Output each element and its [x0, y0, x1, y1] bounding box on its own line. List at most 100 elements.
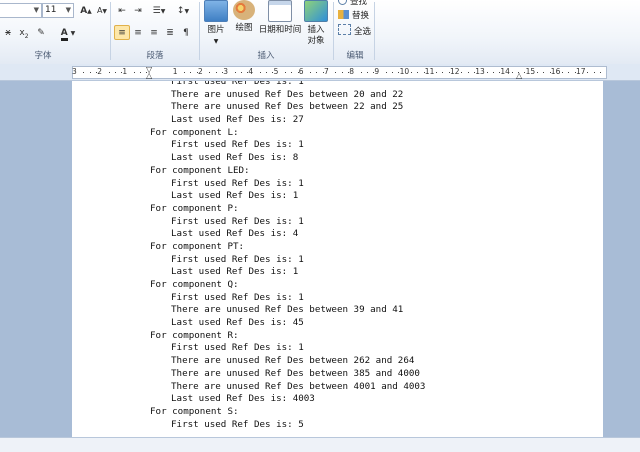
edit-group: 查找 替换 全选 编辑	[336, 0, 374, 64]
document-workspace[interactable]: First used Ref Des is: 1 There are unused…	[0, 81, 640, 438]
justify-button[interactable]: ≣	[162, 25, 178, 40]
align-center-button[interactable]: ≡	[130, 25, 146, 40]
ruler-tick	[140, 72, 141, 73]
document-line[interactable]: First used Ref Des is: 1	[150, 81, 425, 89]
ruler-tick	[146, 72, 148, 73]
document-line[interactable]: First used Ref Des is: 5	[150, 419, 425, 432]
font-group-label: 字体	[34, 51, 52, 61]
select-all-button[interactable]: 全选	[338, 24, 371, 37]
ruler-number: 2	[198, 67, 203, 76]
document-line[interactable]: Last used Ref Des is: 1	[150, 190, 425, 203]
ruler-tick	[284, 72, 286, 73]
ruler-tick	[259, 72, 261, 73]
align-center-icon: ≡	[134, 28, 142, 38]
grow-font-button[interactable]: A▲	[78, 3, 94, 18]
find-button[interactable]: 查找	[338, 0, 367, 9]
document-line[interactable]: For component R:	[150, 330, 425, 343]
shrink-font-button[interactable]: A▼	[94, 3, 110, 18]
document-line[interactable]: First used Ref Des is: 1	[150, 292, 425, 305]
ruler-tick	[114, 72, 116, 73]
document-line[interactable]: First used Ref Des is: 1	[150, 254, 425, 267]
document-line[interactable]: For component Q:	[150, 279, 425, 292]
document-line[interactable]: First used Ref Des is: 1	[150, 178, 425, 191]
paint-button[interactable]: 绘图	[230, 0, 258, 34]
ruler-number: 9	[374, 67, 380, 76]
ruler-number: 11	[424, 67, 435, 76]
document-line[interactable]: Last used Ref Des is: 45	[150, 317, 425, 330]
chevron-down-icon: ▼	[65, 6, 71, 14]
document-line[interactable]: There are unused Ref Des between 39 and …	[150, 304, 425, 317]
horizontal-ruler[interactable]: ▽ △ △ 3 2 1 1 2 3 4 5 6 7 8 9 10 11 12 13 14 15 16 17	[0, 64, 640, 81]
find-label: 查找	[350, 0, 368, 7]
ruler-tick	[486, 72, 488, 73]
ruler-number: 15	[525, 67, 536, 76]
font-name-combo[interactable]: ▼	[0, 3, 42, 18]
ribbon: ▼ x x2 ✎ 11 ▼ A▲ A▼ A ▼ 字体 ⇤ ⇥ ☰▼ ↕▼ ≡ ≡…	[0, 0, 640, 65]
ruler-tick	[492, 72, 494, 73]
document-line[interactable]: There are unused Ref Des between 20 and …	[150, 89, 425, 102]
align-right-button[interactable]: ≡	[146, 25, 162, 40]
ruler-number: 14	[500, 67, 510, 76]
ruler-tick	[133, 72, 135, 73]
right-indent-marker[interactable]: △	[516, 72, 522, 80]
document-line[interactable]: For component LED:	[150, 165, 425, 178]
font-size-combo[interactable]: 11 ▼	[42, 3, 74, 18]
document-line[interactable]: For component P:	[150, 203, 425, 216]
list-button[interactable]: ☰▼	[148, 3, 170, 18]
replace-button[interactable]: 替换	[338, 10, 369, 23]
document-line[interactable]: There are unused Ref Des between 22 and …	[150, 101, 425, 114]
ruler-tick	[215, 72, 217, 73]
ruler-tick	[599, 72, 601, 73]
bullet-list-icon: ☰	[152, 6, 161, 16]
indent-icon: ⇥	[134, 6, 142, 16]
ruler-tick	[562, 72, 564, 73]
ruler-tick	[316, 72, 318, 73]
document-line[interactable]: For component PT:	[150, 241, 425, 254]
document-page[interactable]: First used Ref Des is: 1 There are unused…	[72, 81, 603, 438]
document-line[interactable]: For component L:	[150, 127, 425, 140]
ruler-tick	[341, 72, 343, 73]
ruler-tick	[366, 72, 368, 73]
ruler-number: 5	[273, 67, 279, 76]
paragraph-settings-button[interactable]: ¶	[178, 25, 194, 40]
document-line[interactable]: There are unused Ref Des between 4001 an…	[150, 381, 425, 394]
increase-indent-button[interactable]: ⇥	[130, 3, 146, 18]
insert-group-label: 插入	[257, 51, 275, 61]
document-line[interactable]: First used Ref Des is: 1	[150, 342, 425, 355]
find-icon	[338, 0, 347, 5]
document-line[interactable]: Last used Ref Des is: 8	[150, 152, 425, 165]
strikethrough-button[interactable]: x	[0, 25, 16, 40]
ruler-tick	[335, 72, 337, 73]
document-line[interactable]: Last used Ref Des is: 4003	[150, 393, 425, 406]
insert-picture-button[interactable]: 图片 ▼	[202, 0, 230, 47]
document-line[interactable]: Last used Ref Des is: 27	[150, 114, 425, 127]
document-line[interactable]: First used Ref Des is: 1	[150, 216, 425, 229]
chevron-down-icon: ▼	[33, 6, 39, 14]
left-indent-marker[interactable]: △	[146, 72, 152, 80]
font-color-button[interactable]: A ▼	[58, 25, 78, 41]
insert-datetime-button[interactable]: 日期和时间	[258, 0, 302, 36]
document-line[interactable]: Last used Ref Des is: 1	[150, 266, 425, 279]
document-line[interactable]: First used Ref Des is: 1	[150, 139, 425, 152]
document-line[interactable]: Last used Ref Des is: 4	[150, 228, 425, 241]
document-line[interactable]: There are unused Ref Des between 262 and…	[150, 355, 425, 368]
document-line[interactable]: There are unused Ref Des between 385 and…	[150, 368, 425, 381]
insert-object-button[interactable]: 插入对象	[302, 0, 330, 47]
ruler-number: 7	[324, 67, 329, 76]
insert-picture-label: 图片	[207, 25, 225, 35]
ruler-number: 10	[399, 67, 410, 76]
align-left-button[interactable]: ≡	[114, 25, 130, 40]
ruler-number: 8	[349, 67, 354, 76]
font-color-icon: A	[60, 28, 68, 41]
outdent-icon: ⇤	[118, 6, 126, 16]
ruler-number: 3	[72, 67, 77, 76]
line-spacing-button[interactable]: ↕▼	[172, 3, 194, 18]
document-text[interactable]: First used Ref Des is: 1 There are unused…	[150, 81, 425, 431]
decrease-indent-button[interactable]: ⇤	[114, 3, 130, 18]
document-line[interactable]: For component S:	[150, 406, 425, 419]
subscript-button[interactable]: x2	[16, 25, 32, 40]
ruler-tick	[593, 72, 595, 73]
align-left-icon: ≡	[118, 28, 126, 38]
ruler-tick	[442, 72, 444, 73]
ruler-tick	[291, 72, 293, 73]
